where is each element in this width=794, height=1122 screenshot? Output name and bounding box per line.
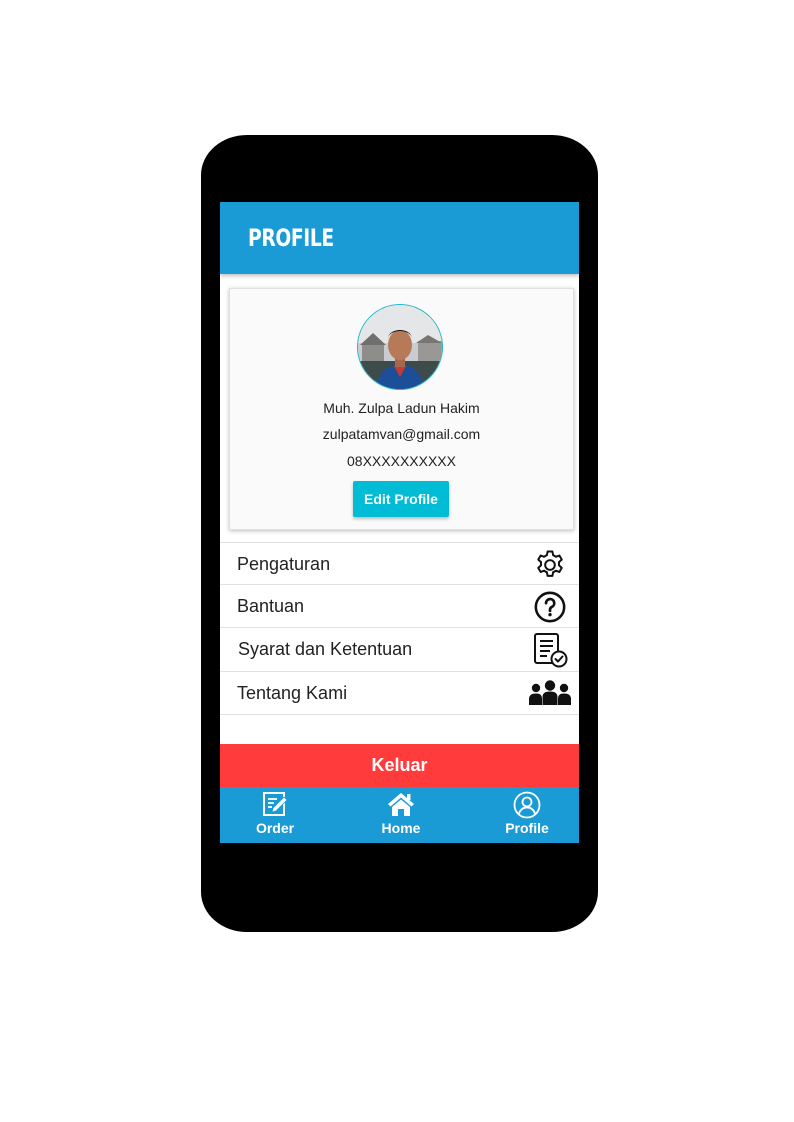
menu-item-label: Syarat dan Ketentuan (238, 639, 413, 659)
nav-home-label: Home (381, 820, 421, 836)
bottom-nav: Order Home Profile (220, 787, 579, 843)
gear-icon (537, 550, 563, 577)
profile-phone: 08XXXXXXXXXX (347, 453, 456, 469)
edit-note-icon (263, 792, 288, 816)
nav-home[interactable]: Home (361, 787, 441, 843)
menu-item-pengaturan[interactable]: Pengaturan (220, 542, 579, 585)
home-icon (388, 793, 414, 816)
team-icon (529, 680, 571, 705)
app-header: PROFILE (220, 202, 579, 274)
menu-item-label: Bantuan (237, 596, 305, 616)
page-title: PROFILE (248, 224, 334, 252)
menu-list: Pengaturan Bantuan Syarat dan Ketentuan (220, 542, 579, 715)
menu-item-tentang[interactable]: Tentang Kami (220, 672, 579, 715)
user-photo-icon (358, 305, 442, 389)
nav-order-label: Order (255, 820, 295, 836)
logout-button[interactable]: Keluar (220, 744, 579, 787)
menu-item-label: Tentang Kami (237, 683, 348, 703)
profile-card: Muh. Zulpa Ladun Hakim zulpatamvan@gmail… (229, 288, 574, 530)
help-circle-icon (534, 591, 566, 623)
user-circle-icon (513, 791, 541, 819)
nav-order[interactable]: Order (235, 787, 315, 843)
nav-profile[interactable]: Profile (487, 787, 567, 843)
document-check-icon (534, 633, 568, 668)
avatar (357, 304, 443, 390)
nav-profile-label: Profile (505, 820, 549, 836)
menu-item-label: Pengaturan (237, 554, 331, 574)
profile-email: zulpatamvan@gmail.com (322, 426, 481, 442)
menu-item-bantuan[interactable]: Bantuan (220, 585, 579, 628)
menu-item-syarat[interactable]: Syarat dan Ketentuan (220, 628, 579, 672)
profile-name: Muh. Zulpa Ladun Hakim (323, 400, 480, 416)
app-screen: PROFILE Muh. Zulpa Ladun Hakim zulpatamv… (220, 202, 579, 843)
edit-profile-button[interactable]: Edit Profile (353, 481, 449, 517)
